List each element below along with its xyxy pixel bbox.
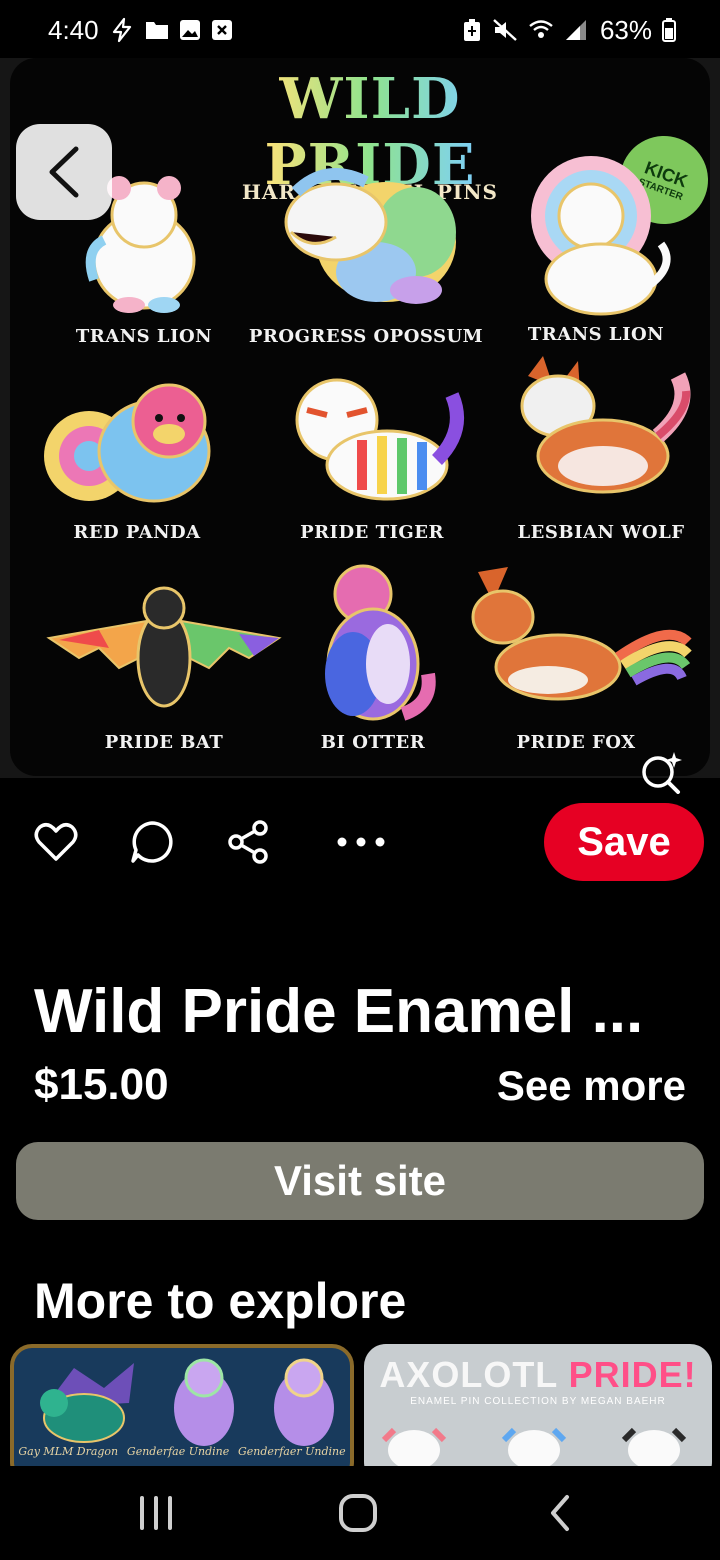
explore-grid: Gay MLM Dragon Genderfae Undine Genderfa… [0, 1344, 720, 1466]
pin-title: Wild Pride Enamel ... [34, 977, 644, 1046]
pin-lesbian-wolf: LESBIAN WOLF [506, 356, 696, 543]
battery-percent: 63% [599, 14, 652, 45]
pin-label: TRANS LION [527, 324, 665, 345]
visit-site-button[interactable]: Visit site [16, 1142, 704, 1220]
comment-button[interactable] [130, 820, 174, 864]
home-button[interactable] [328, 1488, 388, 1538]
pin-label: PRIDE BAT [104, 732, 224, 753]
pin-label: TRANS LION [75, 326, 213, 347]
pin-pride-bat: PRIDE BAT [34, 578, 294, 753]
back-icon [551, 1495, 569, 1531]
wifi-icon [528, 18, 554, 42]
share-button[interactable] [226, 820, 270, 864]
visual-search-button[interactable] [636, 748, 684, 796]
tiger-illustration [295, 378, 464, 501]
pin-label: BI OTTER [320, 732, 426, 753]
card1-captions: Gay MLM Dragon Genderfae Undine Genderfa… [14, 1445, 350, 1458]
pin-label: RED PANDA [73, 522, 201, 543]
share-icon [228, 820, 268, 864]
explore-card-axolotl-pride[interactable]: AXOLOTL PRIDE! ENAMEL PIN COLLECTION BY … [364, 1344, 712, 1466]
caption: Genderfae Undine [126, 1445, 230, 1458]
card2-subtitle: ENAMEL PIN COLLECTION BY MEGAN BAEHR [410, 1396, 666, 1407]
axolotl-thumbnail [381, 1427, 687, 1466]
pin-progress-opossum: PROGRESS OPOSSUM [249, 162, 483, 347]
trans-lion-illustration [531, 156, 671, 316]
like-button[interactable] [34, 820, 78, 864]
status-left: 4:40 [48, 15, 233, 46]
pin-label: LESBIAN WOLF [517, 522, 685, 543]
more-to-explore-heading: More to explore [34, 1273, 407, 1329]
pin-pride-tiger: PRIDE TIGER [272, 370, 472, 543]
save-button[interactable]: Save [544, 803, 704, 881]
opossum-illustration [284, 168, 456, 304]
lens-search-icon [642, 752, 682, 794]
red-panda-illustration [44, 383, 211, 503]
see-more-link[interactable]: See more [497, 1062, 686, 1110]
recent-apps-button[interactable] [126, 1488, 186, 1538]
back-nav-button[interactable] [530, 1488, 590, 1538]
system-nav-bar [0, 1466, 720, 1560]
fox-illustration [471, 567, 692, 701]
status-right: 63% [462, 15, 676, 46]
bat-illustration [46, 586, 282, 708]
battery-saver-icon [462, 18, 482, 42]
back-button[interactable] [16, 124, 112, 220]
gallery-icon [179, 19, 201, 41]
recent-apps-icon [140, 1496, 172, 1530]
bolt-icon [109, 17, 135, 43]
pin-label: PRIDE TIGER [300, 522, 444, 543]
mute-icon [492, 18, 518, 42]
card2-title-b: PRIDE! [568, 1354, 697, 1395]
pin-image[interactable]: WILD PRIDE HARD ENAMEL PINS KICK STARTER… [10, 58, 710, 776]
pin-label: PRIDE FOX [516, 732, 636, 753]
home-icon [339, 1494, 377, 1532]
folder-icon [145, 19, 169, 41]
card2-title: AXOLOTL PRIDE! [364, 1354, 712, 1396]
pin-label: PROGRESS OPOSSUM [248, 326, 484, 347]
status-time: 4:40 [48, 14, 99, 45]
pin-image-area: WILD PRIDE HARD ENAMEL PINS KICK STARTER… [0, 58, 720, 794]
signal-icon [564, 18, 590, 42]
chevron-left-icon [49, 146, 79, 198]
pin-pride-fox: PRIDE FOX [456, 562, 696, 753]
status-bar: 4:40 63% [0, 0, 720, 60]
caption: Gay MLM Dragon [18, 1445, 119, 1458]
card2-title-a: AXOLOTL [379, 1354, 569, 1395]
explore-card-dragon-pins[interactable]: Gay MLM Dragon Genderfae Undine Genderfa… [10, 1344, 354, 1466]
more-dots-icon [337, 837, 385, 847]
pin-trans-lion-2: TRANS LION [506, 154, 686, 345]
dragon-pins-thumbnail [40, 1358, 334, 1446]
pin-bi-otter: BI OTTER [298, 564, 448, 753]
caption: Genderfaer Undine [238, 1445, 346, 1458]
wolf-illustration [520, 356, 691, 494]
comment-icon [131, 821, 173, 863]
battery-icon [662, 18, 676, 42]
price: $15.00 [34, 1060, 169, 1109]
heart-icon [34, 823, 78, 861]
more-options-button[interactable] [336, 820, 386, 864]
otter-illustration [325, 564, 436, 721]
pin-red-panda: RED PANDA [32, 376, 242, 543]
close-box-icon [211, 19, 233, 41]
